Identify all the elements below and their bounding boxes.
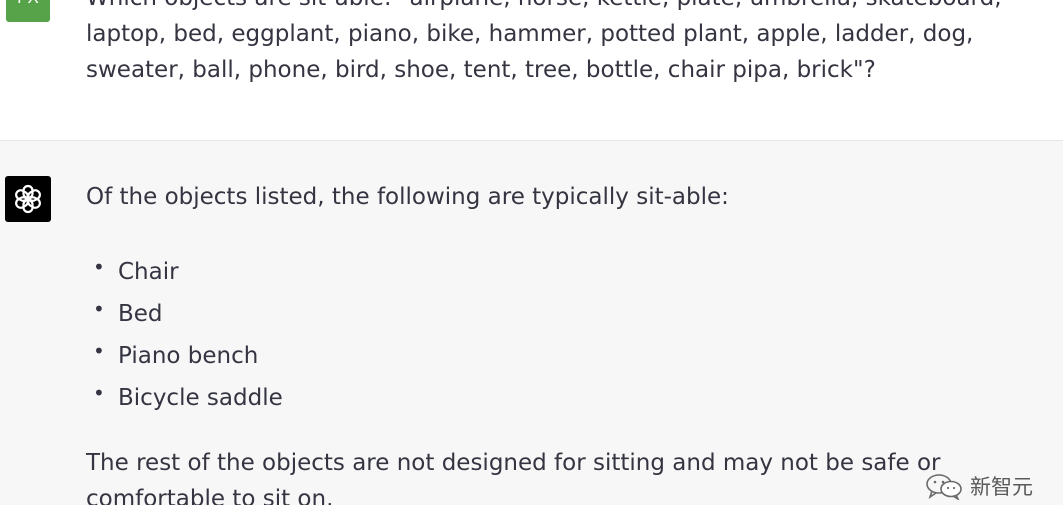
user-avatar-initials: FX [17, 0, 39, 8]
bullet-icon: • [93, 297, 105, 321]
watermark-text: 新智元 [970, 475, 1033, 499]
list-item: • Chair [93, 251, 283, 293]
chat-transcript: FX Which objects are sit-able: "airplane… [0, 0, 1063, 505]
list-item: • Bed [93, 293, 283, 335]
list-item: • Piano bench [93, 335, 283, 377]
bullet-icon: • [93, 339, 105, 363]
list-item: • Bicycle saddle [93, 377, 283, 419]
sitable-objects-list: • Chair • Bed • Piano bench • Bicycle sa… [93, 251, 283, 419]
wechat-icon [926, 474, 962, 500]
bullet-icon: • [93, 381, 105, 405]
assistant-outro-text: The rest of the objects are not designed… [86, 450, 941, 505]
bullet-icon: • [93, 255, 105, 279]
assistant-avatar [5, 176, 51, 222]
list-item-label: Bed [118, 301, 163, 327]
list-item-label: Chair [118, 259, 179, 285]
openai-logo-icon [15, 184, 41, 214]
user-avatar: FX [6, 0, 50, 22]
user-message: FX Which objects are sit-able: "airplane… [0, 0, 1063, 141]
assistant-message: Of the objects listed, the following are… [0, 141, 1063, 505]
assistant-intro-text: Of the objects listed, the following are… [86, 184, 729, 210]
list-item-label: Bicycle saddle [118, 385, 283, 411]
user-message-text: Which objects are sit-able: "airplane, h… [86, 0, 1002, 83]
watermark: 新智元 [924, 471, 1033, 501]
list-item-label: Piano bench [118, 343, 259, 369]
